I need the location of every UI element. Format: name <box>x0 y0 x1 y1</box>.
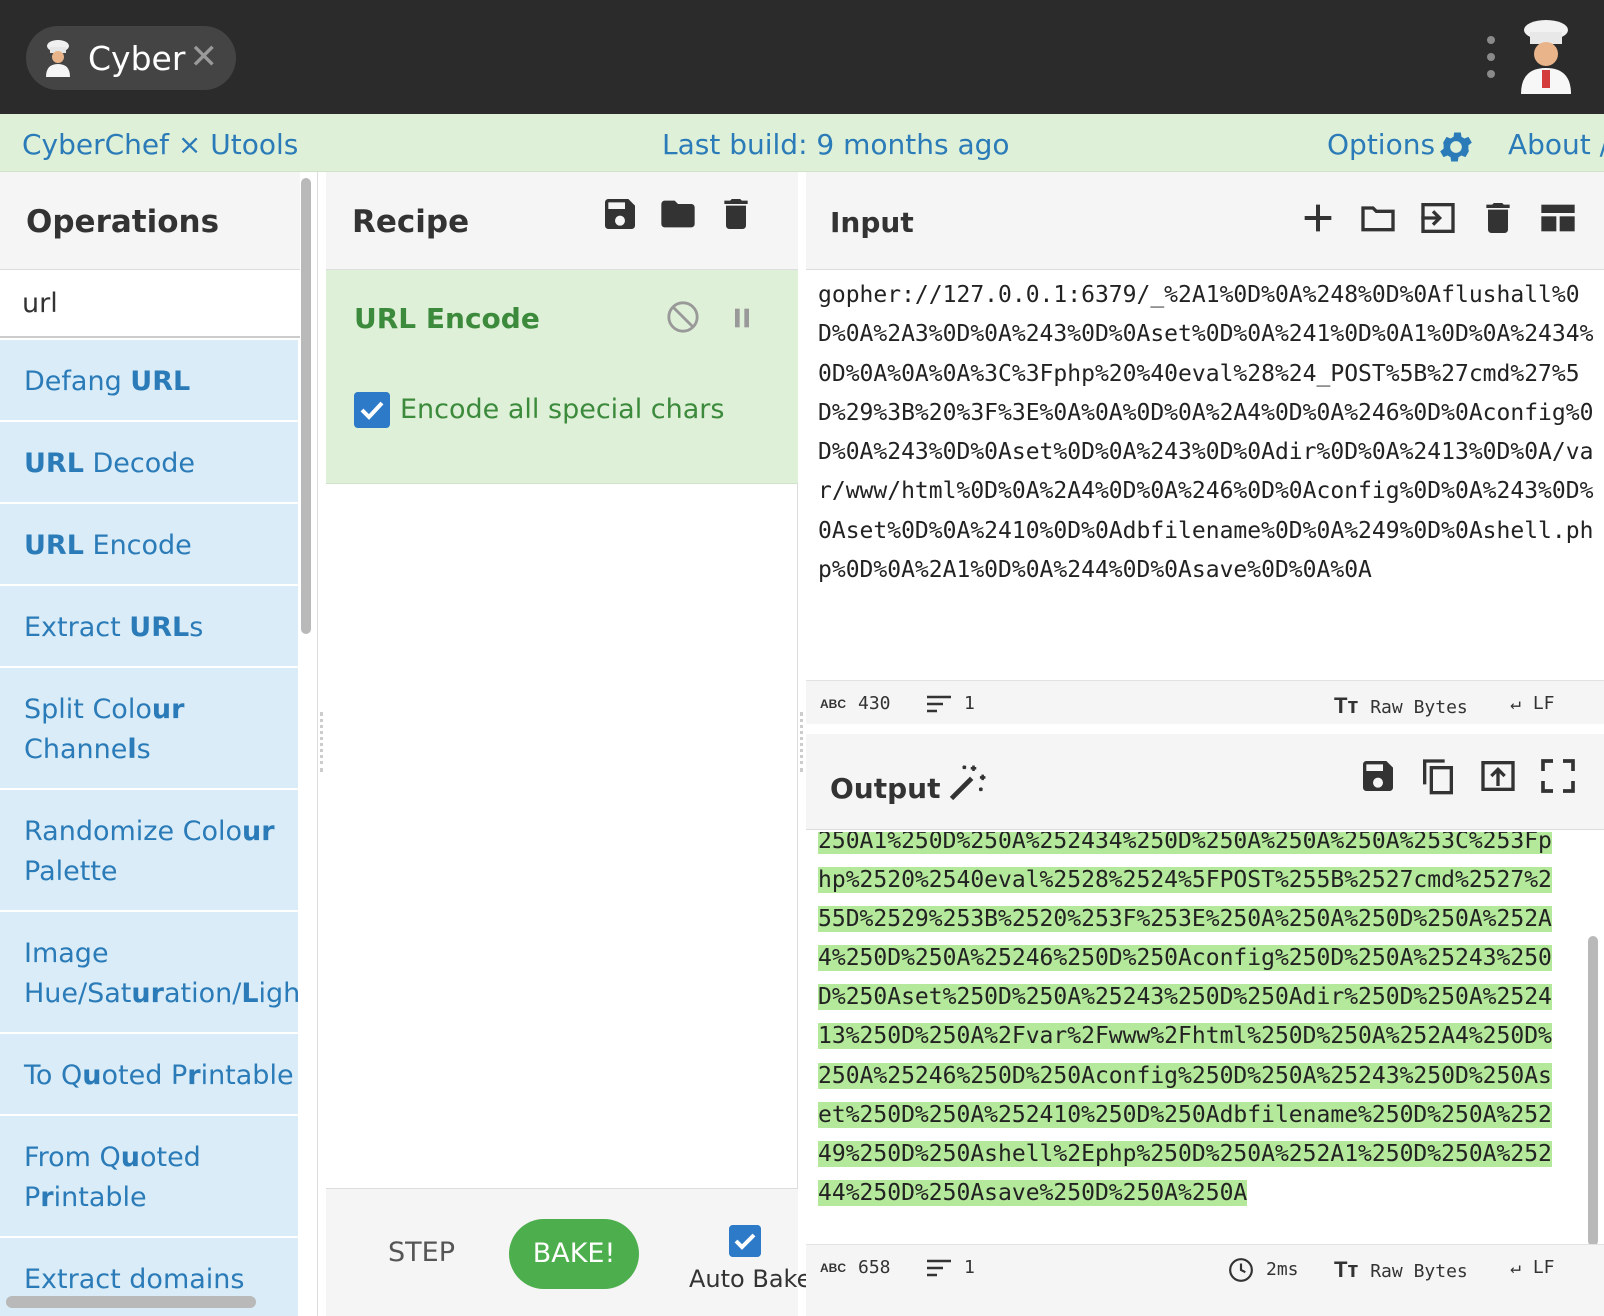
save-icon[interactable] <box>600 194 640 234</box>
folder-icon[interactable] <box>658 194 698 234</box>
app-tab[interactable]: Cyber ✕ <box>26 26 236 90</box>
text-size-icon[interactable]: Tт <box>1334 1257 1358 1282</box>
input-line-count: 1 <box>964 693 975 714</box>
output-status-bar: ABC 658 1 2ms Tт Raw Bytes ↵ LF <box>806 1244 1604 1316</box>
tab-close-icon[interactable]: ✕ <box>190 40 219 74</box>
magic-wand-icon[interactable] <box>946 760 990 804</box>
io-divider[interactable] <box>806 724 1604 734</box>
output-time: 2ms <box>1266 1259 1299 1280</box>
operation-item[interactable]: To Quoted Printable <box>0 1034 298 1116</box>
output-line-count: 1 <box>964 1257 975 1278</box>
io-panel: Input gopher://127.0.0.1:6379/_%2A1%0D%0… <box>806 172 1604 1316</box>
auto-bake-checkbox[interactable] <box>729 1225 761 1257</box>
chef-avatar[interactable] <box>1515 20 1577 94</box>
gear-icon[interactable] <box>1436 127 1476 167</box>
input-encoding[interactable]: Raw Bytes <box>1370 697 1468 718</box>
layout-icon[interactable] <box>1538 198 1578 238</box>
fullscreen-icon[interactable] <box>1538 756 1578 796</box>
output-title: Output <box>830 772 941 805</box>
input-header: Input <box>806 172 1604 270</box>
kebab-menu-icon[interactable] <box>1487 36 1495 78</box>
output-eol[interactable]: LF <box>1533 1257 1555 1278</box>
bake-button[interactable]: BAKE! <box>509 1219 639 1289</box>
output-encoding[interactable]: Raw Bytes <box>1370 1261 1468 1282</box>
operation-item[interactable]: From Quoted Printable <box>0 1116 298 1238</box>
recipe-title: Recipe <box>352 204 470 240</box>
info-banner: CyberChef × Utools Last build: 9 months … <box>0 114 1604 172</box>
last-build-link[interactable]: Last build: 9 months ago <box>662 128 1010 161</box>
operations-scrollbar[interactable] <box>301 178 311 634</box>
encode-all-checkbox[interactable] <box>354 392 390 428</box>
brand-link[interactable]: CyberChef × Utools <box>22 128 298 161</box>
disable-icon[interactable] <box>666 300 700 334</box>
copy-icon[interactable] <box>1418 756 1458 796</box>
step-button[interactable]: STEP <box>388 1237 455 1268</box>
chef-icon <box>46 40 70 77</box>
ops-resize-handle[interactable] <box>320 712 323 772</box>
lines-icon <box>927 695 951 713</box>
operations-header: Operations <box>0 172 300 270</box>
operations-list: Defang URL URL Decode URL Encode Extract UR… <box>0 340 300 1316</box>
recipe-resize-handle[interactable] <box>800 712 803 772</box>
output-header: Output <box>806 734 1604 830</box>
abc-icon: ABC <box>820 1261 846 1275</box>
eol-icon: ↵ <box>1510 693 1521 714</box>
output-area[interactable]: 250A1%250D%250A%252434%250D%250A%250A%25… <box>818 832 1592 1248</box>
input-char-count: 430 <box>858 693 891 714</box>
input-eol[interactable]: LF <box>1533 693 1555 714</box>
text-size-icon[interactable]: Tт <box>1334 693 1358 718</box>
lines-icon <box>927 1259 951 1277</box>
operations-hscrollbar[interactable] <box>6 1296 256 1308</box>
operations-search <box>0 272 300 338</box>
operation-item[interactable]: Defang URL <box>0 340 298 422</box>
operations-title: Operations <box>26 204 220 240</box>
operation-item[interactable]: ImageHue/Saturation/Lightn <box>0 912 298 1034</box>
clock-icon <box>1229 1258 1253 1282</box>
save-output-icon[interactable] <box>1358 756 1398 796</box>
recipe-controls: STEP BAKE! Auto Bake <box>326 1188 811 1316</box>
operation-item[interactable]: URL Decode <box>0 422 298 504</box>
about-link[interactable]: About / <box>1508 128 1604 161</box>
trash-icon[interactable] <box>716 194 756 234</box>
open-folder-icon[interactable] <box>1358 198 1398 238</box>
operation-item[interactable]: Randomize Colour Palette <box>0 790 298 912</box>
recipe-operation-name: URL Encode <box>354 302 540 335</box>
open-input-icon[interactable] <box>1418 198 1458 238</box>
clear-input-icon[interactable] <box>1478 198 1518 238</box>
operation-item[interactable]: Split Colour Channels <box>0 668 298 790</box>
add-tab-icon[interactable] <box>1298 198 1338 238</box>
search-input[interactable] <box>0 272 290 335</box>
auto-bake-label: Auto Bake <box>689 1265 812 1293</box>
recipe-operation[interactable]: URL Encode Encode all special chars <box>326 270 798 484</box>
output-scrollbar[interactable] <box>1588 936 1598 1246</box>
abc-icon: ABC <box>820 697 846 711</box>
input-title: Input <box>830 206 914 239</box>
operation-item[interactable]: URL Encode <box>0 504 298 586</box>
replace-input-icon[interactable] <box>1478 756 1518 796</box>
window-titlebar: Cyber ✕ <box>0 0 1604 114</box>
encode-all-label: Encode all special chars <box>400 394 725 425</box>
options-link[interactable]: Options <box>1327 128 1435 161</box>
output-text: 250A1%250D%250A%252434%250D%250A%250A%25… <box>818 832 1552 1206</box>
recipe-header: Recipe <box>326 172 798 270</box>
output-char-count: 658 <box>858 1257 891 1278</box>
eol-icon: ↵ <box>1510 1257 1521 1278</box>
operations-panel: Operations Defang URLURL DecodeURL Encod… <box>0 172 318 1316</box>
recipe-panel: Recipe URL Encode Encode all special cha… <box>326 172 811 1316</box>
input-status-bar: ABC 430 1 Tт Raw Bytes ↵ LF <box>806 680 1604 724</box>
tab-label: Cyber <box>88 38 186 78</box>
pause-icon[interactable] <box>728 304 756 332</box>
operation-item[interactable]: Extract URLs <box>0 586 298 668</box>
